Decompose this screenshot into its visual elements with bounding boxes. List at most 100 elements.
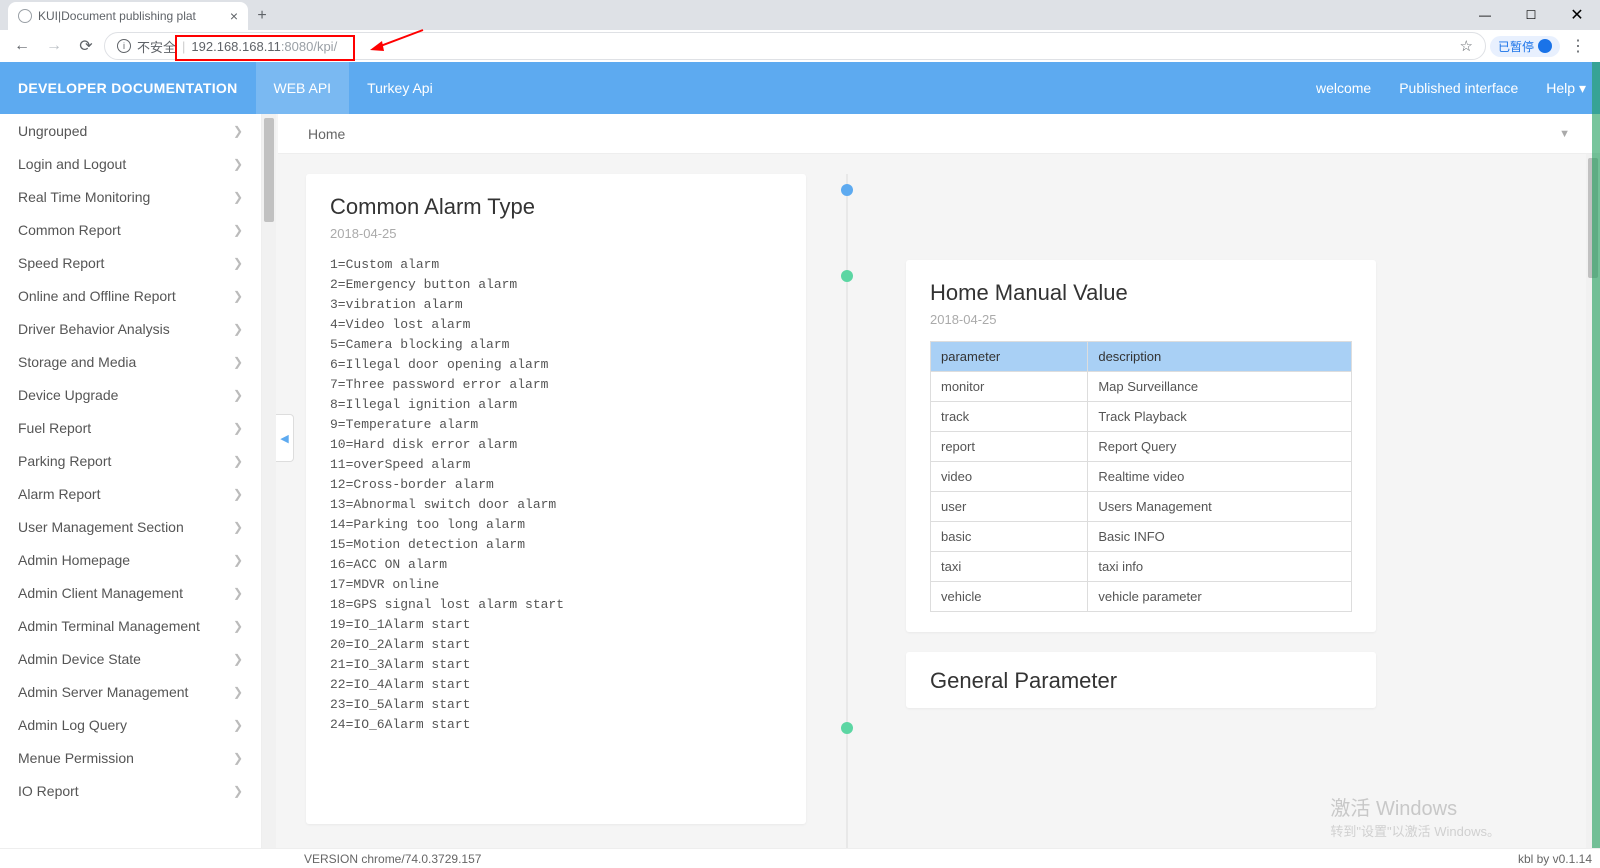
brand[interactable]: DEVELOPER DOCUMENTATION — [0, 80, 256, 96]
table-cell: Map Surveillance — [1088, 372, 1352, 402]
new-tab-button[interactable]: + — [248, 2, 276, 30]
card-general-parameter: General Parameter — [906, 652, 1376, 708]
tab-strip: KUI|Document publishing plat × + — [0, 0, 1600, 30]
card-date: 2018-04-25 — [330, 226, 782, 241]
breadcrumb: Home ▼ — [278, 114, 1600, 154]
sidebar-item-label: Parking Report — [18, 453, 111, 469]
sidebar-item[interactable]: Admin Log Query❯ — [0, 708, 261, 741]
sidebar-item-label: Menue Permission — [18, 750, 134, 766]
tab-title: KUI|Document publishing plat — [38, 9, 224, 23]
chevron-right-icon: ❯ — [233, 421, 243, 435]
chevron-right-icon: ❯ — [233, 454, 243, 468]
sidebar-item[interactable]: Fuel Report ❯ — [0, 411, 261, 444]
card-title: Common Alarm Type — [330, 194, 782, 220]
sidebar-item[interactable]: Driver Behavior Analysis❯ — [0, 312, 261, 345]
footer-version: VERSION chrome/74.0.3729.157 — [304, 852, 481, 866]
nav-published-interface[interactable]: Published interface — [1385, 62, 1532, 114]
sidebar-item-label: Admin Terminal Management — [18, 618, 200, 634]
sidebar-item[interactable]: Parking Report ❯ — [0, 444, 261, 477]
table-row: taxitaxi info — [931, 552, 1352, 582]
table-cell: monitor — [931, 372, 1088, 402]
card-title: General Parameter — [930, 668, 1352, 694]
sidebar-item[interactable]: Device Upgrade❯ — [0, 378, 261, 411]
sidebar-item-label: Fuel Report — [18, 420, 91, 436]
sidebar-item-label: Device Upgrade — [18, 387, 118, 403]
chevron-right-icon: ❯ — [233, 190, 243, 204]
table-cell: user — [931, 492, 1088, 522]
table-cell: Realtime video — [1088, 462, 1352, 492]
sidebar-item-label: Admin Device State — [18, 651, 141, 667]
sidebar-item[interactable]: Login and Logout❯ — [0, 147, 261, 180]
nav-help[interactable]: Help ▾ — [1532, 62, 1600, 114]
back-button[interactable]: ← — [8, 32, 36, 60]
sidebar-item-label: Admin Homepage — [18, 552, 130, 568]
sidebar-item[interactable]: Speed Report❯ — [0, 246, 261, 279]
sidebar-item-label: Admin Server Management — [18, 684, 188, 700]
chevron-right-icon: ❯ — [233, 355, 243, 369]
sidebar-scrollbar-thumb[interactable] — [264, 118, 274, 222]
sidebar-item-label: Alarm Report — [18, 486, 100, 502]
nav-welcome[interactable]: welcome — [1302, 62, 1385, 114]
sidebar-item-label: Online and Offline Report — [18, 288, 176, 304]
close-icon[interactable]: × — [230, 8, 238, 24]
chevron-right-icon: ❯ — [233, 553, 243, 567]
browser-chrome: KUI|Document publishing plat × + — ☐ ✕ ←… — [0, 0, 1600, 62]
sidebar-item[interactable]: Real Time Monitoring❯ — [0, 180, 261, 213]
chevron-down-icon[interactable]: ▼ — [1559, 128, 1570, 140]
sidebar: Ungrouped❯Login and Logout❯Real Time Mon… — [0, 114, 262, 848]
table-cell: video — [931, 462, 1088, 492]
address-bar[interactable]: i 不安全 | 192.168.168.11:8080/kpi/ ☆ — [104, 32, 1486, 60]
sidebar-item[interactable]: Admin Client Management❯ — [0, 576, 261, 609]
timeline-line — [846, 174, 848, 848]
right-edge-accent — [1592, 62, 1600, 848]
card-home-manual-value: Home Manual Value 2018-04-25 parameterde… — [906, 260, 1376, 632]
sidebar-item[interactable]: IO Report❯ — [0, 774, 261, 807]
nav-web-api[interactable]: WEB API — [256, 62, 350, 114]
sidebar-item[interactable]: Admin Terminal Management❯ — [0, 609, 261, 642]
chevron-right-icon: ❯ — [233, 124, 243, 138]
table-cell: vehicle — [931, 582, 1088, 612]
chevron-right-icon: ❯ — [233, 289, 243, 303]
bookmark-icon[interactable]: ☆ — [1460, 37, 1473, 55]
sidebar-item[interactable]: Online and Offline Report ❯ — [0, 279, 261, 312]
breadcrumb-home[interactable]: Home — [308, 126, 345, 142]
timeline-dot-icon — [841, 270, 853, 282]
table-cell: track — [931, 402, 1088, 432]
sidebar-item[interactable]: Admin Homepage ❯ — [0, 543, 261, 576]
sidebar-scrollbar[interactable] — [262, 114, 276, 848]
forward-button[interactable]: → — [40, 32, 68, 60]
sidebar-item[interactable]: Storage and Media❯ — [0, 345, 261, 378]
sidebar-item[interactable]: Common Report❯ — [0, 213, 261, 246]
sidebar-item[interactable]: Menue Permission❯ — [0, 741, 261, 774]
sidebar-item[interactable]: User Management Section❯ — [0, 510, 261, 543]
table-header: description — [1088, 342, 1352, 372]
alarm-list: 1=Custom alarm 2=Emergency button alarm … — [330, 255, 782, 735]
browser-tab[interactable]: KUI|Document publishing plat × — [8, 2, 248, 30]
sidebar-item[interactable]: Admin Server Management❯ — [0, 675, 261, 708]
manual-value-table: parameterdescriptionmonitorMap Surveilla… — [930, 341, 1352, 612]
minimize-button[interactable]: — — [1462, 0, 1508, 30]
card-title: Home Manual Value — [930, 280, 1352, 306]
sidebar-item-label: Admin Client Management — [18, 585, 183, 601]
url-text: 192.168.168.11:8080/kpi/ — [191, 39, 337, 54]
table-cell: Report Query — [1088, 432, 1352, 462]
sidebar-item[interactable]: Ungrouped❯ — [0, 114, 261, 147]
table-cell: taxi info — [1088, 552, 1352, 582]
content-area: Home ▼ Common Alarm Type 2018-04-25 1=Cu… — [276, 114, 1600, 848]
browser-menu-button[interactable]: ⋮ — [1564, 36, 1592, 56]
app-navbar: DEVELOPER DOCUMENTATION WEB API Turkey A… — [0, 62, 1600, 114]
chevron-right-icon: ❯ — [233, 784, 243, 798]
close-button[interactable]: ✕ — [1554, 0, 1600, 30]
sidebar-item[interactable]: Admin Device State❯ — [0, 642, 261, 675]
table-cell: Track Playback — [1088, 402, 1352, 432]
maximize-button[interactable]: ☐ — [1508, 0, 1554, 30]
profile-paused-badge[interactable]: 已暂停 — [1490, 36, 1560, 57]
sidebar-collapse-button[interactable]: ◀ — [276, 414, 294, 462]
info-icon[interactable]: i — [117, 39, 131, 53]
nav-turkey-api[interactable]: Turkey Api — [349, 62, 451, 114]
sidebar-item[interactable]: Alarm Report❯ — [0, 477, 261, 510]
reload-button[interactable]: ⟳ — [72, 32, 100, 60]
table-row: userUsers Management — [931, 492, 1352, 522]
chevron-right-icon: ❯ — [233, 520, 243, 534]
table-row: videoRealtime video — [931, 462, 1352, 492]
